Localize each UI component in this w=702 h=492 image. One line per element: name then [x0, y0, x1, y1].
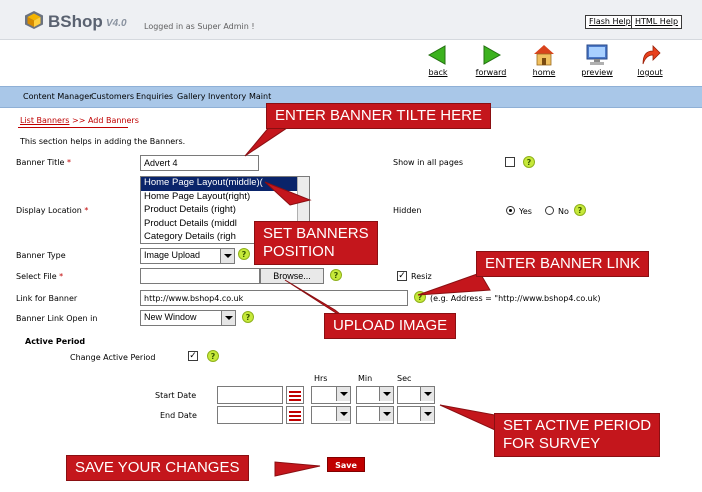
- breadcrumb-divider: [18, 127, 128, 128]
- chevron-down-icon: [379, 387, 393, 401]
- hidden-no-radio[interactable]: [545, 206, 554, 215]
- hrs-header: Hrs: [314, 374, 328, 383]
- display-location-option[interactable]: Home Page Layout(middle)(: [141, 177, 309, 191]
- display-location-option[interactable]: Product Details (right): [141, 204, 309, 218]
- chevron-down-icon: [420, 407, 434, 421]
- monitor-preview-icon: [586, 44, 608, 65]
- callout-banner-title: ENTER BANNER TILTE HERE: [266, 103, 491, 129]
- logout-arrow-icon: [642, 45, 661, 65]
- end-min-select[interactable]: [356, 406, 394, 424]
- banner-title-input[interactable]: [140, 155, 259, 171]
- breadcrumb-current: Add Banners: [87, 116, 139, 125]
- html-help-link[interactable]: HTML Help: [631, 15, 683, 29]
- help-hint-icon[interactable]: ?: [523, 156, 535, 168]
- save-button[interactable]: Save: [327, 457, 365, 472]
- nav-item-inventory[interactable]: Inventory: [208, 92, 246, 101]
- banner-type-label: Banner Type: [16, 251, 66, 260]
- chevron-down-icon: [221, 311, 235, 325]
- sec-header: Sec: [397, 374, 412, 383]
- help-hint-icon[interactable]: ?: [242, 311, 254, 323]
- hidden-label: Hidden: [393, 206, 422, 215]
- change-active-period-label: Change Active Period: [70, 353, 156, 362]
- chevron-down-icon: [420, 387, 434, 401]
- end-hrs-select[interactable]: [311, 406, 351, 424]
- start-hrs-select[interactable]: [311, 386, 351, 404]
- nav-item-content-manager[interactable]: Content Manager: [23, 92, 92, 101]
- help-hint-icon[interactable]: ?: [207, 350, 219, 362]
- nav-item-customers[interactable]: Customers: [91, 92, 134, 101]
- resize-checkbox[interactable]: ✓: [397, 271, 407, 281]
- change-active-period-checkbox[interactable]: ✓: [188, 351, 198, 361]
- show-all-pages-checkbox[interactable]: [505, 157, 515, 167]
- home-icon: [534, 45, 554, 66]
- back-button[interactable]: back: [416, 44, 460, 77]
- start-date-input[interactable]: [217, 386, 283, 404]
- help-hint-icon[interactable]: ?: [330, 269, 342, 281]
- hidden-yes-label: Yes: [519, 207, 532, 216]
- forward-arrow-icon: [483, 45, 502, 65]
- link-open-in-label: Banner Link Open in: [16, 314, 98, 323]
- home-button[interactable]: home: [522, 44, 566, 77]
- banner-type-select[interactable]: Image Upload: [140, 248, 235, 264]
- callout-upload-image: UPLOAD IMAGE: [324, 313, 457, 339]
- callout-banner-position: SET BANNERS POSITION: [254, 221, 378, 265]
- start-sec-select[interactable]: [397, 386, 435, 404]
- preview-button[interactable]: preview: [575, 44, 619, 77]
- end-sec-select[interactable]: [397, 406, 435, 424]
- callout-active-period: SET ACTIVE PERIOD FOR SURVEY: [494, 413, 661, 457]
- active-period-heading: Active Period: [25, 337, 86, 346]
- chevron-down-icon: [379, 407, 393, 421]
- nav-item-enquiries[interactable]: Enquiries: [136, 92, 173, 101]
- logged-in-status: Logged in as Super Admin !: [144, 22, 255, 31]
- callout-banner-link: ENTER BANNER LINK: [476, 251, 650, 277]
- link-example-text: (e.g. Address = "http://www.bshop4.co.uk…: [430, 294, 601, 303]
- logout-button[interactable]: logout: [628, 44, 672, 77]
- flash-help-link[interactable]: Flash Help: [585, 15, 635, 29]
- link-for-banner-label: Link for Banner: [16, 294, 78, 303]
- display-location-option[interactable]: Home Page Layout(right): [141, 191, 309, 205]
- nav-item-gallery[interactable]: Gallery: [177, 92, 206, 101]
- nav-item-maintenance[interactable]: Maint: [249, 92, 271, 101]
- bshop-logo-icon: [25, 11, 43, 29]
- browse-button[interactable]: Browse...: [260, 268, 324, 284]
- chevron-down-icon: [336, 387, 350, 401]
- show-all-pages-label: Show in all pages: [393, 158, 464, 167]
- resize-label: Resiz: [411, 272, 432, 281]
- brand-name: BShop: [48, 12, 103, 31]
- hidden-yes-radio[interactable]: [506, 206, 515, 215]
- hidden-no-label: No: [558, 207, 569, 216]
- banner-link-input[interactable]: [140, 290, 408, 306]
- start-date-label: Start Date: [155, 391, 197, 400]
- calendar-icon[interactable]: [286, 406, 304, 424]
- callout-save: SAVE YOUR CHANGES: [66, 455, 249, 481]
- file-path-input[interactable]: [140, 268, 260, 284]
- end-date-label: End Date: [160, 411, 197, 420]
- help-hint-icon[interactable]: ?: [414, 291, 426, 303]
- min-header: Min: [358, 374, 373, 383]
- brand-version: V4.0: [106, 18, 127, 29]
- banner-title-label: Banner Title *: [16, 158, 71, 167]
- select-file-label: Select File *: [16, 272, 64, 281]
- display-location-label: Display Location *: [16, 206, 89, 215]
- chevron-down-icon: [220, 249, 234, 263]
- back-arrow-icon: [427, 45, 446, 65]
- start-min-select[interactable]: [356, 386, 394, 404]
- chevron-down-icon: [336, 407, 350, 421]
- help-hint-icon[interactable]: ?: [574, 204, 586, 216]
- calendar-icon[interactable]: [286, 386, 304, 404]
- forward-button[interactable]: forward: [469, 44, 513, 77]
- section-intro: This section helps in adding the Banners…: [20, 137, 186, 146]
- breadcrumb-list-banners[interactable]: List Banners: [20, 116, 69, 125]
- breadcrumb: List Banners >> Add Banners: [20, 116, 139, 125]
- help-hint-icon[interactable]: ?: [238, 248, 250, 260]
- link-open-in-select[interactable]: New Window: [140, 310, 236, 326]
- end-date-input[interactable]: [217, 406, 283, 424]
